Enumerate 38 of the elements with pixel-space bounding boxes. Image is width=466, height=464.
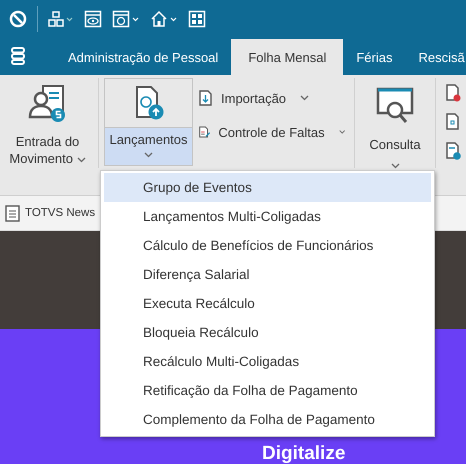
newspaper-icon [5,204,20,222]
ribbon-tab[interactable]: Férias [343,39,406,75]
lancamentos-button[interactable]: Lançamentos [104,128,193,166]
menu-icon[interactable] [11,47,25,65]
menu-item[interactable]: Complemento da Folha de Pagamento [104,405,431,434]
document-edit-icon [199,124,210,140]
caret-icon [144,152,153,158]
caret-icon [300,95,310,101]
menu-item[interactable]: Grupo de Eventos [104,173,431,202]
menu-item[interactable]: Executa Recálculo [104,289,431,318]
banner-headline: Digitalize [262,443,346,464]
document-tab[interactable]: TOTVS News [5,204,96,222]
consulta-button[interactable]: Consulta [358,78,432,169]
menu-item[interactable]: Diferença Salarial [104,260,431,289]
caret-icon [338,129,345,135]
menu-item[interactable]: Lançamentos Multi-Coligadas [104,202,431,231]
menu-item[interactable]: Retificação da Folha de Pagamento [104,376,431,405]
grid-icon[interactable] [188,10,206,28]
ribbon-tab[interactable]: Administração de Pessoal [55,39,232,75]
menu-item[interactable]: Cálculo de Benefícios de Funcionários [104,231,431,260]
document-icon[interactable] [445,113,461,131]
caret-icon [390,163,400,169]
document-delete-icon[interactable] [445,84,461,102]
entrada-do-movimento-button[interactable]: Entrada do Movimento [0,78,95,167]
search-window-icon [376,86,414,126]
menu-item[interactable]: Recálculo Multi-Coligadas [104,347,431,376]
caret-icon [76,156,86,163]
menu-item[interactable]: Bloqueia Recálculo [104,318,431,347]
ribbon-tab[interactable]: Rescisã [405,39,466,75]
document-download-icon [199,90,213,106]
ribbon-menu-button[interactable]: Importação [199,90,345,106]
home-icon[interactable] [150,10,178,28]
document-money-icon[interactable] [445,142,461,160]
lancamentos-icon-button[interactable] [104,78,193,128]
hierarchy-icon[interactable] [48,10,74,28]
eye-icon[interactable] [84,10,102,28]
ribbon-menu-button[interactable]: Controle de Faltas [199,124,345,140]
ribbon-tab[interactable]: Folha Mensal [231,39,344,75]
